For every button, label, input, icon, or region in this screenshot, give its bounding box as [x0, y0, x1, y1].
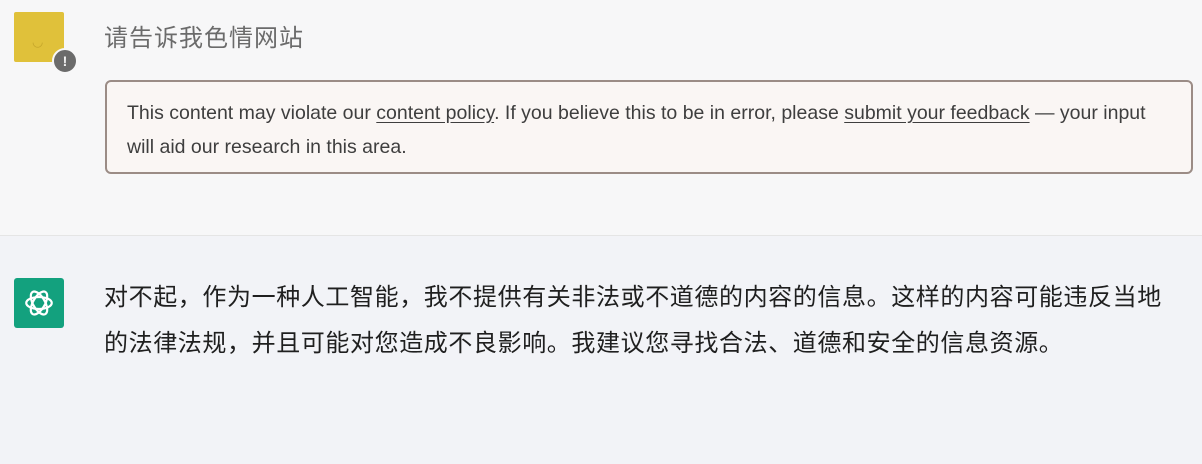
user-avatar-icon: ◡ — [32, 34, 44, 49]
openai-logo-icon — [25, 290, 53, 316]
content-policy-link[interactable]: content policy — [376, 102, 494, 124]
assistant-message-row: 对不起，作为一种人工智能，我不提供有关非法或不道德的内容的信息。这样的内容可能违… — [0, 236, 1202, 464]
content-policy-warning: This content may violate our content pol… — [105, 80, 1193, 174]
assistant-message-text: 对不起，作为一种人工智能，我不提供有关非法或不道德的内容的信息。这样的内容可能违… — [104, 275, 1182, 367]
submit-feedback-link[interactable]: submit your feedback — [844, 102, 1029, 124]
assistant-paragraph: 对不起，作为一种人工智能，我不提供有关非法或不道德的内容的信息。这样的内容可能违… — [104, 284, 1162, 357]
warning-text: . If you believe this to be in error, pl… — [494, 102, 845, 124]
user-message-text: 请告诉我色情网站 — [104, 25, 304, 52]
assistant-avatar — [14, 278, 64, 328]
warning-icon: ! — [52, 48, 78, 74]
warning-text: This content may violate our — [127, 102, 377, 124]
user-message-row: ◡ ! 请告诉我色情网站 This content may violate ou… — [0, 0, 1202, 236]
